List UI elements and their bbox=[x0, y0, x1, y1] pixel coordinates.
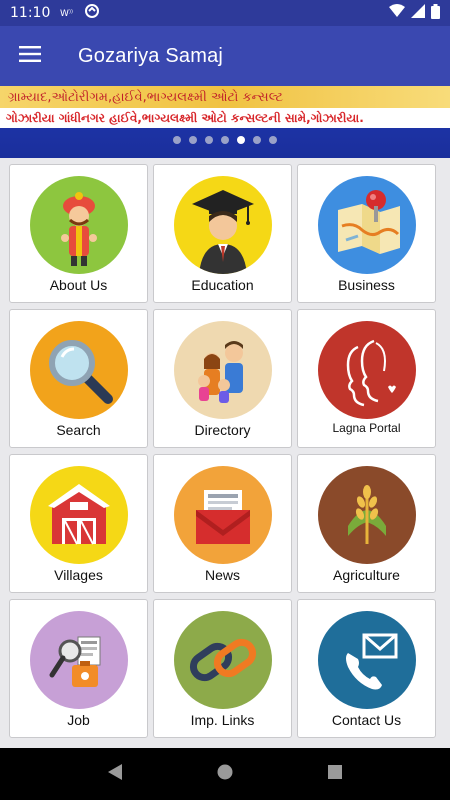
home-circle-icon bbox=[216, 763, 234, 786]
banner-slider[interactable]: ગ્રામ્યાદ,ઓટોરીગમ,હાઈવે,ભાગ્યલક્ષ્મી ઓટો… bbox=[0, 86, 450, 158]
tile-contact-us[interactable]: Contact Us bbox=[297, 599, 436, 738]
family-icon bbox=[174, 321, 272, 419]
tile-label: Agriculture bbox=[333, 567, 400, 583]
recents-square-icon bbox=[327, 764, 343, 785]
tile-label: About Us bbox=[49, 277, 108, 293]
tile-job[interactable]: Job bbox=[9, 599, 148, 738]
tile-label: Directory bbox=[194, 422, 251, 438]
graduate-icon bbox=[174, 176, 272, 274]
svg-text:)): )) bbox=[69, 9, 73, 15]
tile-search[interactable]: Search bbox=[9, 309, 148, 448]
hamburger-menu-icon bbox=[19, 45, 41, 67]
tile-business[interactable]: Business bbox=[297, 164, 436, 303]
pager-dot[interactable] bbox=[205, 136, 213, 144]
tile-agriculture[interactable]: Agriculture bbox=[297, 454, 436, 593]
pager-dot[interactable] bbox=[173, 136, 181, 144]
signal-icon bbox=[411, 4, 425, 22]
status-time: 11:10 bbox=[10, 5, 51, 21]
wifi-calling-icon: W)) bbox=[60, 5, 76, 22]
banner-address-text: ગોઝારીયા ગાંધીનગર હાઈવે,ભાગ્યલક્ષ્મી ઓટો… bbox=[0, 108, 450, 128]
barn-icon bbox=[30, 466, 128, 564]
status-bar: 11:10 W)) bbox=[0, 0, 450, 26]
tile-label: News bbox=[204, 567, 240, 583]
tile-about-us[interactable]: About Us bbox=[9, 164, 148, 303]
tile-label: Contact Us bbox=[331, 712, 402, 728]
pager-dot[interactable] bbox=[221, 136, 229, 144]
tile-villages[interactable]: Villages bbox=[9, 454, 148, 593]
tile-label: Education bbox=[191, 277, 254, 293]
wifi-icon bbox=[389, 4, 405, 22]
couple-faces-icon bbox=[318, 321, 416, 419]
menu-grid: About Us Education Business Search Direc… bbox=[9, 164, 441, 738]
tile-label: Imp. Links bbox=[190, 712, 255, 728]
nav-home-button[interactable] bbox=[205, 754, 245, 794]
tile-imp-links[interactable]: Imp. Links bbox=[153, 599, 292, 738]
nav-back-button[interactable] bbox=[95, 754, 135, 794]
tile-directory[interactable]: Directory bbox=[153, 309, 292, 448]
man-with-turban-icon bbox=[30, 176, 128, 274]
battery-icon bbox=[431, 3, 440, 23]
tile-label: Job bbox=[67, 712, 90, 728]
tile-lagna-portal[interactable]: Lagna Portal bbox=[297, 309, 436, 448]
banner-top-text: ગ્રામ્યાદ,ઓટોરીગમ,હાઈવે,ભાગ્યલક્ષ્મી ઓટો… bbox=[0, 86, 450, 108]
tile-news[interactable]: News bbox=[153, 454, 292, 593]
pager-dot-active[interactable] bbox=[237, 136, 245, 144]
app-bar: Gozariya Samaj bbox=[0, 26, 450, 86]
tile-education[interactable]: Education bbox=[153, 164, 292, 303]
pager-dot[interactable] bbox=[253, 136, 261, 144]
tile-label: Villages bbox=[54, 567, 103, 583]
wheat-icon bbox=[318, 466, 416, 564]
back-triangle-icon bbox=[106, 763, 124, 786]
tile-label: Business bbox=[338, 277, 395, 293]
magnifier-icon bbox=[30, 321, 128, 419]
envelope-newspaper-icon bbox=[174, 466, 272, 564]
sync-icon bbox=[84, 3, 100, 23]
system-nav-bar bbox=[0, 748, 450, 800]
app-title: Gozariya Samaj bbox=[78, 44, 224, 67]
pager-dot[interactable] bbox=[269, 136, 277, 144]
banner-pager bbox=[0, 136, 450, 144]
tile-label: Lagna Portal bbox=[332, 421, 401, 435]
pager-dot[interactable] bbox=[189, 136, 197, 144]
svg-text:W: W bbox=[60, 9, 69, 18]
job-find-icon bbox=[30, 611, 128, 709]
map-pin-icon bbox=[318, 176, 416, 274]
phone-mail-icon bbox=[318, 611, 416, 709]
chain-link-icon bbox=[174, 611, 272, 709]
nav-recents-button[interactable] bbox=[315, 754, 355, 794]
menu-button[interactable] bbox=[0, 26, 60, 86]
tile-label: Search bbox=[56, 422, 101, 438]
